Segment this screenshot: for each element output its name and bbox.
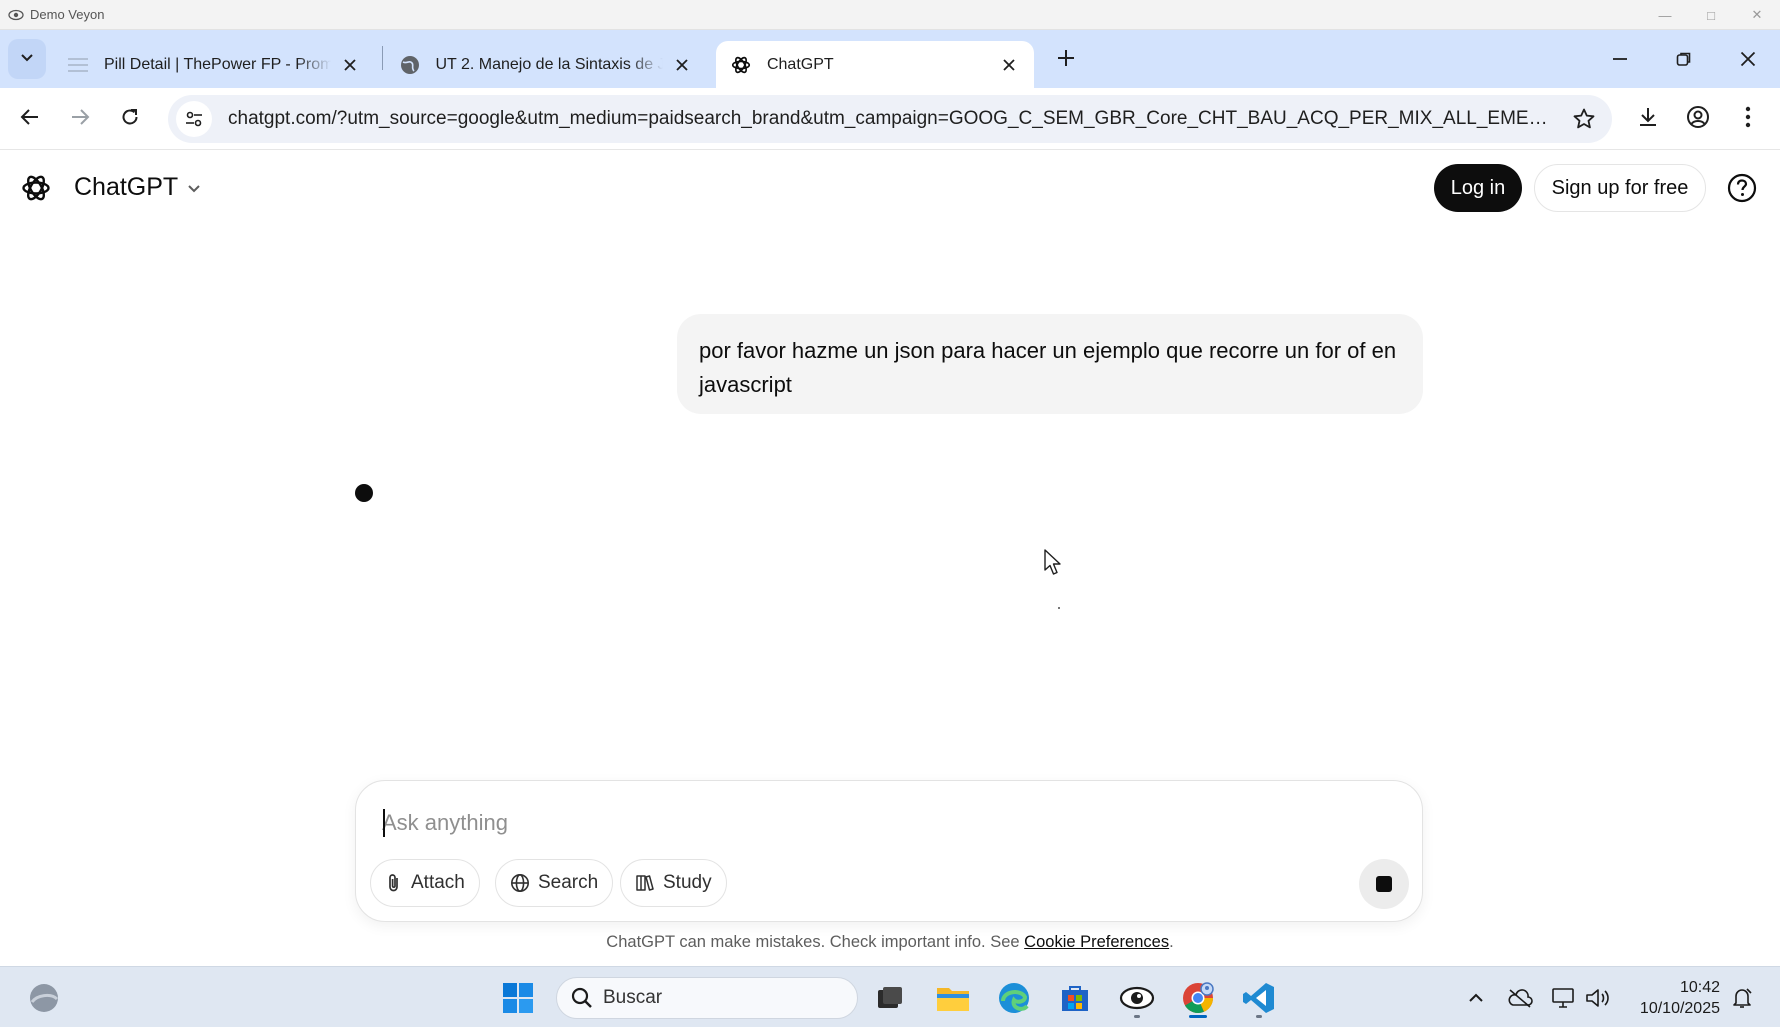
signup-button[interactable]: Sign up for free — [1534, 164, 1706, 212]
outer-window-title: Demo Veyon — [30, 7, 105, 22]
chatgpt-logo-icon — [730, 53, 753, 77]
search-button[interactable]: Search — [495, 859, 614, 907]
disclaimer: ChatGPT can make mistakes. Check importa… — [0, 933, 1780, 952]
model-selector[interactable]: ChatGPT — [74, 173, 202, 202]
tab-strip: Pill Detail | ThePower FP - Prom UT 2. M… — [0, 30, 1780, 88]
disclaimer-text: ChatGPT can make mistakes. Check importa… — [606, 933, 1025, 951]
prompt-input[interactable] — [382, 803, 1382, 843]
clock-date: 10/10/2025 — [1639, 1000, 1720, 1017]
search-icon — [571, 987, 593, 1009]
notifications-icon[interactable] — [1725, 981, 1759, 1015]
close-window-icon[interactable] — [1716, 30, 1780, 88]
page-icon — [66, 53, 90, 77]
browser-toolbar: chatgpt.com/?utm_source=google&utm_mediu… — [0, 88, 1780, 150]
vscode-icon[interactable] — [1237, 976, 1281, 1020]
download-icon — [1637, 106, 1659, 133]
weather-widget-icon[interactable] — [22, 976, 66, 1020]
downloads-button[interactable] — [1628, 99, 1668, 139]
login-button[interactable]: Log in — [1434, 164, 1522, 212]
tab-pill-detail[interactable]: Pill Detail | ThePower FP - Prom — [52, 41, 376, 88]
user-message: por favor hazme un json para hacer un ej… — [677, 314, 1423, 414]
model-label: ChatGPT — [74, 173, 179, 201]
star-icon[interactable] — [1572, 107, 1596, 136]
profile-icon — [1686, 105, 1710, 134]
tab-title: UT 2. Manejo de la Sintaxis de J — [435, 55, 663, 73]
veyon-eye-icon — [8, 7, 24, 23]
store-icon[interactable] — [1053, 976, 1097, 1020]
disclaimer-suffix: . — [1169, 933, 1174, 951]
study-label: Study — [663, 872, 712, 893]
chatgpt-header: ChatGPT Log in Sign up for free — [0, 151, 1780, 227]
network-icon[interactable] — [1546, 981, 1580, 1015]
onedrive-offline-icon[interactable] — [1503, 981, 1537, 1015]
url-text[interactable]: chatgpt.com/?utm_source=google&utm_mediu… — [228, 108, 1558, 130]
task-view-icon[interactable] — [868, 976, 912, 1020]
forward-button[interactable] — [60, 99, 100, 139]
attach-button[interactable]: Attach — [370, 859, 480, 907]
thinking-indicator — [355, 484, 373, 502]
forward-icon — [70, 107, 90, 132]
tab-separator — [382, 46, 383, 70]
tab-chatgpt[interactable]: ChatGPT — [716, 41, 1034, 88]
chevron-down-icon — [19, 49, 35, 70]
taskbar: Buscar 10:42 10/10/2025 — [0, 966, 1780, 1027]
volume-icon[interactable] — [1581, 981, 1615, 1015]
book-icon — [635, 873, 655, 893]
paperclip-icon — [385, 873, 403, 893]
tab-ut2[interactable]: UT 2. Manejo de la Sintaxis de J — [384, 41, 708, 88]
address-bar[interactable]: chatgpt.com/?utm_source=google&utm_mediu… — [168, 95, 1612, 143]
search-label: Search — [538, 872, 599, 893]
windows-start-icon[interactable] — [496, 976, 540, 1020]
outer-close-icon[interactable]: ✕ — [1734, 0, 1780, 30]
plus-icon — [1057, 49, 1075, 72]
back-icon — [20, 107, 40, 132]
chevron-up-icon[interactable] — [1459, 981, 1493, 1015]
mouse-cursor-icon — [1044, 549, 1064, 582]
minimize-icon[interactable] — [1588, 30, 1652, 88]
outer-maximize-icon[interactable]: □ — [1688, 0, 1734, 30]
help-icon[interactable] — [1726, 172, 1758, 204]
outer-title-bar: Demo Veyon — □ ✕ — [0, 0, 1780, 30]
restore-icon[interactable] — [1652, 30, 1716, 88]
close-icon[interactable] — [671, 53, 694, 77]
tab-list-button[interactable] — [8, 39, 46, 79]
cookie-preferences-link[interactable]: Cookie Preferences — [1024, 933, 1169, 951]
outer-minimize-icon[interactable]: — — [1642, 0, 1688, 30]
site-info-icon[interactable] — [176, 101, 212, 137]
taskbar-search[interactable]: Buscar — [556, 977, 858, 1019]
stop-icon — [1376, 876, 1392, 892]
artifact-dot — [1058, 607, 1060, 609]
veyon-eye-icon[interactable] — [1115, 976, 1159, 1020]
study-button[interactable]: Study — [620, 859, 727, 907]
back-button[interactable] — [10, 99, 50, 139]
close-icon[interactable] — [339, 53, 362, 77]
text-caret — [383, 809, 385, 837]
running-indicator — [1134, 1015, 1140, 1018]
taskbar-search-label: Buscar — [603, 987, 663, 1008]
globe-icon — [398, 53, 421, 77]
chatgpt-logo-icon[interactable] — [20, 172, 52, 204]
attach-label: Attach — [411, 872, 465, 893]
clock-time: 10:42 — [1679, 979, 1720, 996]
edge-icon[interactable] — [992, 976, 1036, 1020]
file-explorer-icon[interactable] — [931, 976, 975, 1020]
new-tab-button[interactable] — [1048, 42, 1084, 78]
reload-button[interactable] — [110, 99, 150, 139]
menu-button[interactable] — [1728, 99, 1768, 139]
composer: Attach Search Study — [355, 780, 1423, 922]
tab-title: Pill Detail | ThePower FP - Prom — [104, 55, 331, 73]
taskbar-clock[interactable]: 10:42 10/10/2025 — [1628, 977, 1720, 1019]
tab-title: ChatGPT — [766, 55, 834, 73]
profile-button[interactable] — [1678, 99, 1718, 139]
chevron-down-icon — [186, 180, 202, 196]
active-indicator — [1189, 1015, 1207, 1018]
globe-icon — [510, 873, 530, 893]
close-icon[interactable] — [997, 53, 1020, 77]
running-indicator — [1256, 1015, 1262, 1018]
reload-icon — [120, 107, 140, 132]
stop-generating-button[interactable] — [1359, 859, 1409, 909]
chrome-icon[interactable] — [1176, 976, 1220, 1020]
more-icon — [1745, 106, 1751, 133]
